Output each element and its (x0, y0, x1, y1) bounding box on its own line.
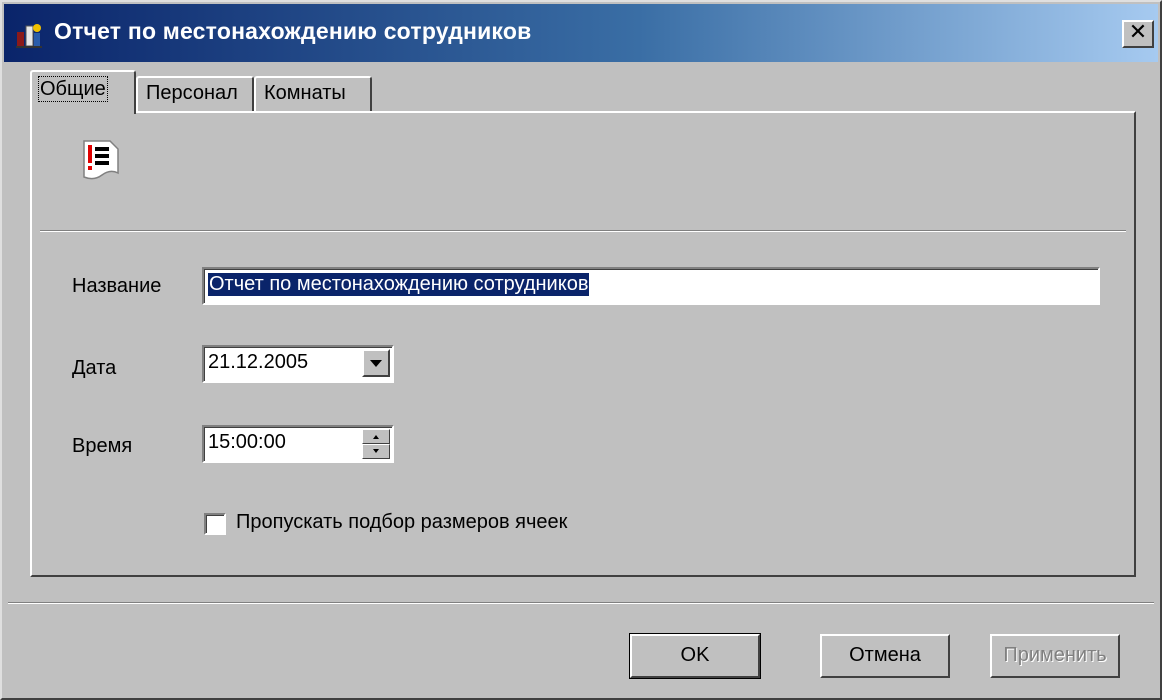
ok-button-label: OK (680, 644, 710, 666)
skip-cell-sizing-checkbox[interactable] (204, 513, 226, 535)
tab-general-label: Общие (38, 76, 108, 102)
report-name-value: Отчет по местонахождению сотрудников (208, 273, 590, 296)
apply-button[interactable]: Применить (990, 634, 1120, 678)
date-label: Дата (72, 357, 117, 379)
tab-rooms-label: Комнаты (264, 82, 346, 104)
tab-general[interactable]: Общие (30, 70, 136, 114)
cancel-button-label: Отмена (849, 644, 921, 666)
arrow-down-icon (373, 449, 379, 453)
report-document-icon (83, 140, 119, 180)
spin-down-button[interactable] (362, 444, 390, 459)
apply-button-label: Применить (1003, 644, 1107, 666)
report-name-field[interactable]: Отчет по местонахождению сотрудников (202, 267, 1100, 305)
title-bar[interactable]: Отчет по местонахождению сотрудников ✕ (4, 4, 1158, 62)
arrow-up-icon (373, 435, 379, 439)
chevron-down-icon (370, 360, 382, 367)
time-value: 15:00:00 (208, 431, 286, 453)
date-dropdown-button[interactable] (362, 349, 390, 377)
time-spinner[interactable]: 15:00:00 (202, 425, 394, 463)
tab-panel-general: Название Отчет по местонахождению сотруд… (30, 111, 1136, 577)
window-title: Отчет по местонахождению сотрудников (54, 18, 532, 44)
tab-personnel-label: Персонал (146, 82, 238, 104)
footer-separator (8, 602, 1154, 604)
tab-personnel[interactable]: Персонал (136, 76, 254, 112)
cancel-button[interactable]: Отмена (820, 634, 950, 678)
close-icon: ✕ (1128, 20, 1148, 45)
time-label: Время (72, 435, 133, 457)
tab-rooms[interactable]: Комнаты (254, 76, 372, 112)
close-button[interactable]: ✕ (1122, 20, 1154, 48)
spin-up-button[interactable] (362, 429, 390, 444)
name-label: Название (72, 275, 162, 297)
employee-locator-icon (16, 24, 42, 48)
dialog-window: Отчет по местонахождению сотрудников ✕ О… (0, 0, 1162, 700)
header-separator (40, 230, 1126, 232)
date-picker[interactable]: 21.12.2005 (202, 345, 394, 383)
ok-button[interactable]: OK (629, 633, 761, 679)
skip-cell-sizing-label[interactable]: Пропускать подбор размеров ячеек (236, 511, 567, 534)
date-value: 21.12.2005 (208, 351, 309, 373)
time-spin-buttons (362, 429, 390, 459)
